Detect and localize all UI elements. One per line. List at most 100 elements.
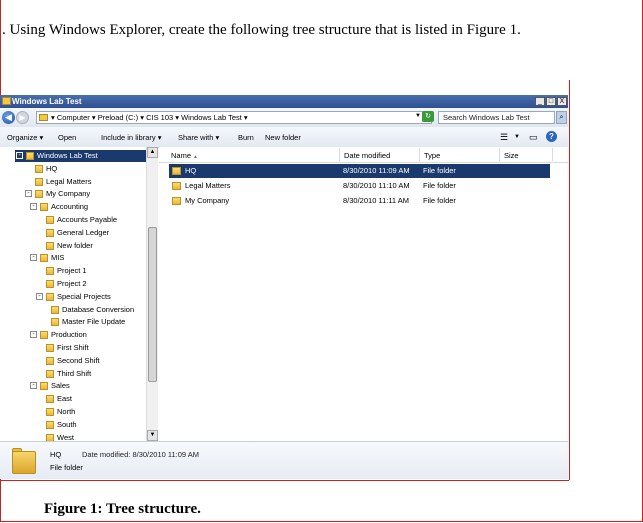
column-header-size[interactable]: Size bbox=[504, 151, 519, 160]
tree-item[interactable]: - Special Projects bbox=[0, 291, 146, 303]
folder-icon bbox=[40, 382, 48, 391]
scroll-down-icon[interactable]: ▼ bbox=[147, 430, 158, 441]
folder-icon bbox=[46, 356, 54, 365]
sort-arrow-icon: ▲ bbox=[193, 154, 198, 160]
minimize-button[interactable]: _ bbox=[535, 97, 545, 106]
chevron-down-icon[interactable]: ▼ bbox=[415, 113, 421, 119]
breadcrumb[interactable]: ▾ Computer ▾ Preload (C:) ▾ CIS 103 ▾ Wi… bbox=[51, 113, 248, 122]
address-field[interactable]: ▾ Computer ▾ Preload (C:) ▾ CIS 103 ▾ Wi… bbox=[36, 111, 432, 124]
tree-item[interactable]: Third Shift bbox=[0, 368, 146, 380]
tree-item[interactable]: Database Conversion bbox=[0, 304, 146, 316]
tree-item[interactable]: West bbox=[0, 432, 146, 441]
row-name: My Company bbox=[185, 196, 230, 205]
tree-expander[interactable]: - bbox=[30, 382, 37, 390]
folder-icon bbox=[35, 177, 43, 186]
tree-item[interactable]: - Accounting bbox=[0, 201, 146, 213]
tree-item-label: Accounts Payable bbox=[57, 215, 118, 224]
tree-expander[interactable]: - bbox=[30, 203, 37, 211]
tree-item[interactable]: - Production bbox=[0, 329, 146, 341]
tree-item-label: MIS bbox=[51, 253, 65, 263]
folder-icon bbox=[51, 305, 59, 314]
include-in-library-button[interactable]: Include in library ▾ bbox=[101, 133, 161, 142]
navigation-scrollbar[interactable]: ▲ ▼ bbox=[146, 147, 158, 441]
tree-item[interactable]: Project 1 bbox=[0, 265, 146, 277]
tree-expander[interactable]: - bbox=[30, 331, 37, 339]
tree-expander[interactable]: - bbox=[36, 292, 43, 300]
share-with-button[interactable]: Share with ▾ bbox=[178, 133, 219, 142]
open-button[interactable]: Open bbox=[58, 133, 76, 142]
tree-item[interactable]: Master File Update bbox=[0, 316, 146, 328]
tree-item[interactable]: - Windows Lab Test bbox=[15, 150, 146, 162]
tree-item-label: Sales bbox=[51, 381, 70, 391]
forward-arrow-icon[interactable]: ▶ bbox=[16, 111, 29, 124]
folder-icon bbox=[40, 254, 48, 263]
tree-item-label: North bbox=[57, 407, 76, 416]
row-type: File folder bbox=[423, 196, 456, 205]
tree-item[interactable]: - My Company bbox=[0, 188, 146, 200]
maximize-button[interactable]: □ bbox=[546, 97, 556, 106]
tree-item[interactable]: First Shift bbox=[0, 342, 146, 354]
tree-item-label: Second Shift bbox=[57, 355, 100, 365]
tree-expander[interactable]: - bbox=[30, 254, 37, 262]
help-icon[interactable]: ? bbox=[546, 131, 557, 142]
folder-icon bbox=[39, 114, 48, 121]
column-divider[interactable] bbox=[499, 148, 500, 161]
tree-item-label: Accounting bbox=[51, 202, 89, 212]
folder-icon bbox=[46, 280, 54, 288]
scroll-thumb[interactable] bbox=[148, 227, 157, 382]
folder-icon bbox=[46, 369, 54, 378]
burn-button[interactable]: Burn bbox=[238, 133, 254, 142]
organize-button[interactable]: Organize ▾ bbox=[7, 133, 43, 142]
row-name: Legal Matters bbox=[185, 181, 231, 190]
tree-item[interactable]: New folder bbox=[0, 240, 146, 252]
back-arrow-icon[interactable]: ◀ bbox=[2, 111, 15, 124]
tree-expander[interactable]: - bbox=[16, 152, 23, 159]
tree-expander[interactable]: - bbox=[25, 190, 32, 198]
tree-item-label: Third Shift bbox=[57, 368, 92, 378]
chevron-down-icon[interactable]: ▼ bbox=[514, 134, 520, 140]
close-button[interactable]: X bbox=[557, 97, 567, 106]
column-divider[interactable] bbox=[552, 148, 553, 161]
tree-item[interactable]: North bbox=[0, 406, 146, 418]
details-date-modified: Date modified: 8/30/2010 11:09 AM bbox=[82, 450, 200, 459]
address-bar-row: ◀ ▶ ▾ Computer ▾ Preload (C:) ▾ CIS 103 … bbox=[0, 108, 568, 128]
tree-item[interactable]: South bbox=[0, 419, 146, 431]
new-folder-button[interactable]: New folder bbox=[265, 133, 301, 142]
tree-item[interactable]: Accounts Payable bbox=[0, 214, 146, 226]
folder-icon bbox=[172, 167, 181, 175]
row-type: File folder bbox=[423, 166, 456, 175]
scroll-up-icon[interactable]: ▲ bbox=[147, 147, 158, 158]
title-bar[interactable]: Windows Lab Test _ □ X bbox=[0, 95, 568, 108]
tree-item[interactable]: HQ bbox=[0, 163, 146, 175]
tree-item[interactable]: Second Shift bbox=[0, 355, 146, 367]
instruction-text: . Using Windows Explorer, create the fol… bbox=[2, 22, 521, 38]
details-name: HQ bbox=[50, 450, 62, 459]
table-row[interactable]: Legal Matters 8/30/2010 11:10 AM File fold… bbox=[169, 179, 550, 193]
column-divider[interactable] bbox=[419, 148, 420, 161]
tree-item[interactable]: - MIS bbox=[0, 252, 146, 264]
tree-item[interactable]: General Ledger bbox=[0, 227, 146, 239]
tree-item[interactable]: Project 2 bbox=[0, 278, 146, 290]
column-header-type[interactable]: Type bbox=[424, 151, 440, 160]
tree-item-label: My Company bbox=[46, 189, 91, 199]
refresh-icon[interactable]: ↻ bbox=[422, 111, 434, 122]
tree-item-label: Windows Lab Test bbox=[37, 151, 98, 160]
tree-item[interactable]: East bbox=[0, 393, 146, 405]
column-divider[interactable] bbox=[339, 148, 340, 161]
table-row[interactable]: My Company 8/30/2010 11:11 AM File folder bbox=[169, 194, 550, 208]
column-header-date[interactable]: Date modified bbox=[344, 151, 390, 160]
tree-item-label: Special Projects bbox=[57, 291, 111, 301]
row-date: 8/30/2010 11:11 AM bbox=[343, 196, 410, 205]
table-row[interactable]: HQ 8/30/2010 11:09 AM File folder bbox=[169, 164, 550, 178]
search-icon[interactable]: ⌕ bbox=[556, 111, 567, 124]
preview-pane-icon[interactable]: ▭ bbox=[529, 132, 538, 143]
tree-item[interactable]: Legal Matters bbox=[0, 176, 146, 188]
tree-item-label: First Shift bbox=[57, 343, 89, 352]
tree-item-label: Database Conversion bbox=[62, 304, 135, 314]
folder-icon bbox=[46, 395, 54, 404]
tree-item-label: Legal Matters bbox=[46, 176, 92, 186]
tree-item[interactable]: - Sales bbox=[0, 380, 146, 392]
search-input[interactable]: Search Windows Lab Test bbox=[438, 111, 555, 124]
column-header-name[interactable]: Name ▲ bbox=[171, 151, 198, 160]
views-icon[interactable]: ☰ bbox=[500, 132, 508, 143]
